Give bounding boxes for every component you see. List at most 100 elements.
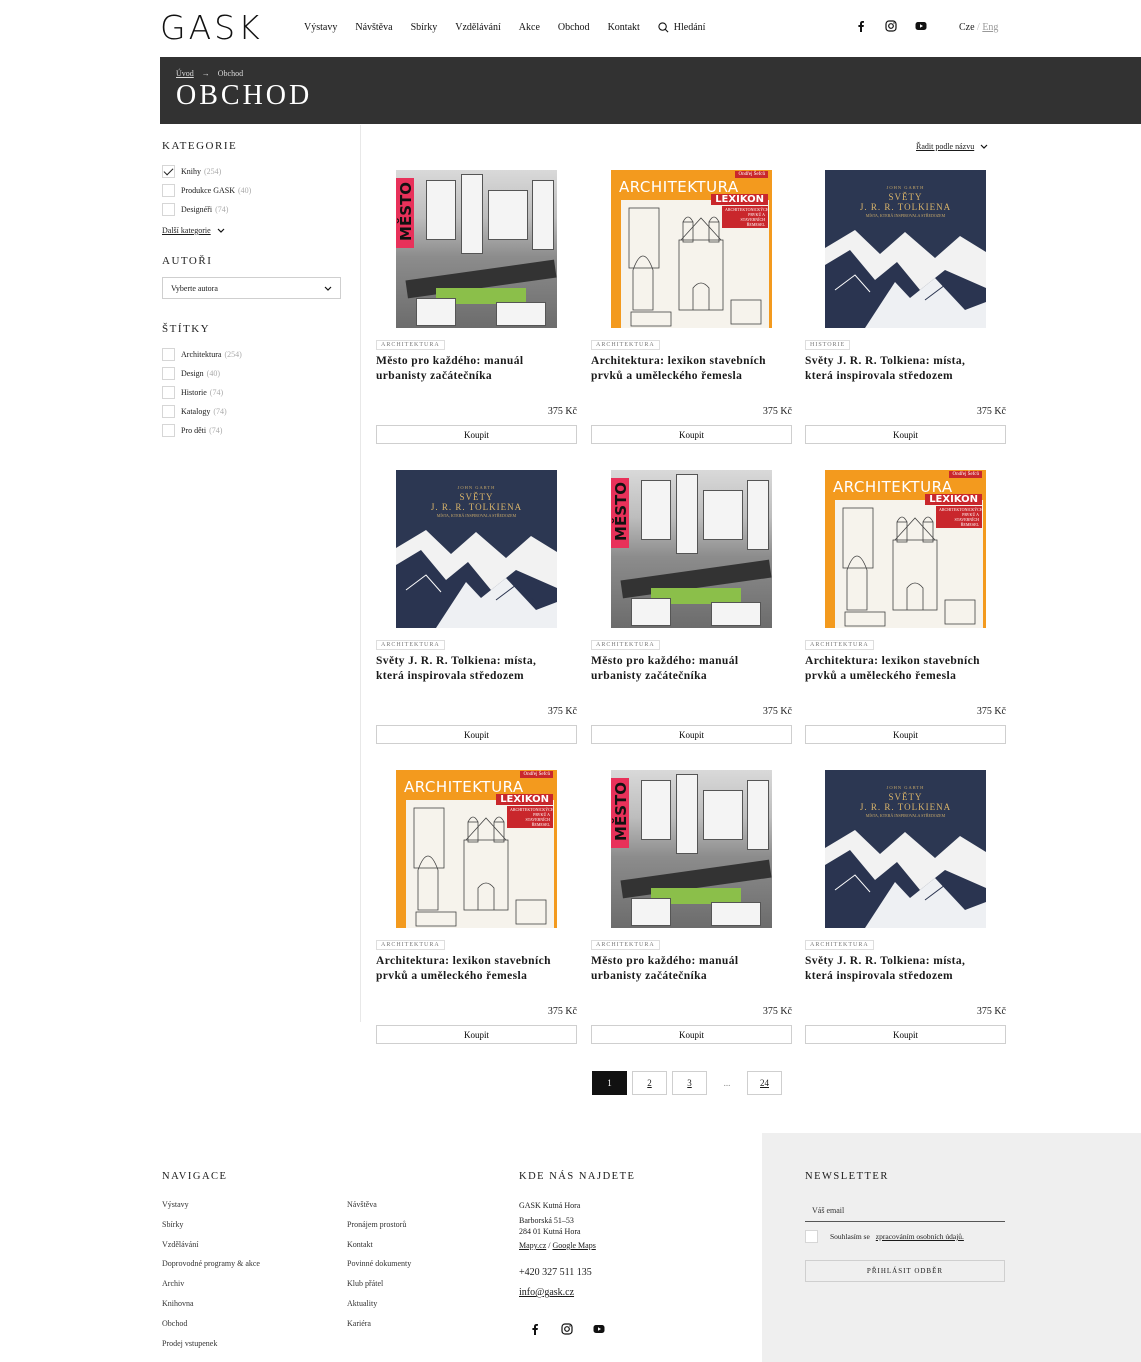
nav-vzdelavani[interactable]: Vzdělávání	[455, 22, 501, 33]
footer-nav-link[interactable]: Doprovodné programy & akce	[162, 1259, 260, 1268]
page-last-button[interactable]: 24	[747, 1071, 782, 1095]
footer-nav-link[interactable]: Sbírky	[162, 1220, 183, 1229]
product-tag[interactable]: ARCHITEKTURA	[591, 640, 660, 650]
youtube-icon[interactable]	[593, 1323, 605, 1335]
checkbox[interactable]	[162, 386, 175, 399]
facebook-icon[interactable]	[855, 20, 867, 32]
book-cover-architektura[interactable]: ARCHITEKTURA Ondřej Šefců LEXIKON ARCHIT…	[611, 170, 772, 328]
product-tag[interactable]: ARCHITEKTURA	[591, 340, 660, 350]
lang-eng[interactable]: Eng	[982, 22, 998, 33]
newsletter-email-input[interactable]: Váš email	[805, 1200, 1005, 1222]
buy-button[interactable]: Koupit	[591, 1025, 792, 1044]
product-title[interactable]: Město pro každého: manuál urbanisty začá…	[376, 354, 566, 384]
subscribe-button[interactable]: PŘIHLÁSIT ODBĚR	[805, 1260, 1005, 1282]
footer-nav-link[interactable]: Vzdělávání	[162, 1240, 198, 1249]
footer-nav-link[interactable]: Kariéra	[347, 1319, 371, 1328]
buy-button[interactable]: Koupit	[376, 1025, 577, 1044]
tag-historie[interactable]: Historie (74)	[162, 383, 342, 402]
product-card[interactable]: MĚSTO ARCHITEKTURA Město pro každého: man…	[376, 170, 577, 444]
book-cover-architektura[interactable]: ARCHITEKTURA Ondřej Šefců LEXIKON ARCHIT…	[396, 770, 557, 928]
product-title[interactable]: Architektura: lexikon stavebních prvků a…	[805, 654, 995, 684]
buy-button[interactable]: Koupit	[376, 425, 577, 444]
category-designeri[interactable]: Designéři (74)	[162, 200, 342, 219]
book-cover-mesto[interactable]: MĚSTO	[611, 470, 772, 628]
product-card[interactable]: MĚSTO ARCHITEKTURA Město pro každého: man…	[591, 770, 792, 1044]
product-title[interactable]: Světy J. R. R. Tolkiena: místa, která in…	[805, 354, 995, 384]
buy-button[interactable]: Koupit	[805, 425, 1006, 444]
phone-number[interactable]: +420 327 511 135	[519, 1267, 592, 1278]
book-cover-mesto[interactable]: MĚSTO	[396, 170, 557, 328]
footer-nav-link[interactable]: Prodej vstupenek	[162, 1339, 217, 1348]
nav-kontakt[interactable]: Kontakt	[608, 22, 640, 33]
buy-button[interactable]: Koupit	[591, 725, 792, 744]
nav-obchod[interactable]: Obchod	[558, 22, 590, 33]
footer-nav-link[interactable]: Povinné dokumenty	[347, 1259, 411, 1268]
search-link[interactable]: Hledání	[658, 22, 705, 33]
book-cover-tolkien[interactable]: JOHN GARTH SVĚTY J. R. R. TOLKIENA MÍSTA,…	[396, 470, 557, 628]
product-title[interactable]: Město pro každého: manuál urbanisty začá…	[591, 954, 781, 984]
footer-nav-link[interactable]: Pronájem prostorů	[347, 1220, 406, 1229]
footer-nav-link[interactable]: Výstavy	[162, 1200, 189, 1209]
product-card[interactable]: JOHN GARTH SVĚTY J. R. R. TOLKIENA MÍSTA,…	[376, 470, 577, 744]
page-2-button[interactable]: 2	[632, 1071, 667, 1095]
breadcrumb-home[interactable]: Úvod	[176, 69, 194, 78]
product-tag[interactable]: ARCHITEKTURA	[376, 640, 445, 650]
checkbox[interactable]	[162, 184, 175, 197]
category-knihy[interactable]: Knihy (254)	[162, 162, 342, 181]
tag-pro-deti[interactable]: Pro děti (74)	[162, 421, 342, 440]
product-title[interactable]: Architektura: lexikon stavebních prvků a…	[591, 354, 781, 384]
checkbox[interactable]	[162, 348, 175, 361]
checkbox[interactable]	[162, 405, 175, 418]
product-title[interactable]: Světy J. R. R. Tolkiena: místa, která in…	[376, 654, 566, 684]
nav-akce[interactable]: Akce	[519, 22, 540, 33]
mapy-cz-link[interactable]: Mapy.cz	[519, 1241, 546, 1250]
more-categories-link[interactable]: Další kategorie	[162, 226, 342, 235]
footer-nav-link[interactable]: Aktuality	[347, 1299, 377, 1308]
product-tag[interactable]: ARCHITEKTURA	[591, 940, 660, 950]
consent-checkbox[interactable]	[805, 1230, 818, 1243]
footer-nav-link[interactable]: Kontakt	[347, 1240, 373, 1249]
google-maps-link[interactable]: Google Maps	[552, 1241, 595, 1250]
consent-link[interactable]: zpracováním osobních údajů.	[876, 1232, 964, 1241]
instagram-icon[interactable]	[885, 20, 897, 32]
product-title[interactable]: Světy J. R. R. Tolkiena: místa, která in…	[805, 954, 995, 984]
youtube-icon[interactable]	[915, 20, 927, 32]
page-1-button[interactable]: 1	[592, 1071, 627, 1095]
product-title[interactable]: Město pro každého: manuál urbanisty začá…	[591, 654, 781, 684]
checkbox[interactable]	[162, 424, 175, 437]
checkbox-checked-icon[interactable]	[162, 165, 175, 178]
product-card[interactable]: ARCHITEKTURA Ondřej Šefců LEXIKON ARCHIT…	[805, 470, 1006, 744]
book-cover-tolkien[interactable]: JOHN GARTH SVĚTY J. R. R. TOLKIENA MÍSTA,…	[825, 770, 986, 928]
buy-button[interactable]: Koupit	[376, 725, 577, 744]
tag-architektura[interactable]: Architektura (254)	[162, 345, 342, 364]
product-tag[interactable]: ARCHITEKTURA	[376, 940, 445, 950]
product-card[interactable]: ARCHITEKTURA Ondřej Šefců LEXIKON ARCHIT…	[591, 170, 792, 444]
email-link[interactable]: info@gask.cz	[519, 1287, 574, 1298]
product-tag[interactable]: HISTORIE	[805, 340, 851, 350]
product-card[interactable]: JOHN GARTH SVĚTY J. R. R. TOLKIENA MÍSTA,…	[805, 170, 1006, 444]
nav-sbirky[interactable]: Sbírky	[411, 22, 438, 33]
sort-dropdown[interactable]: Řadit podle názvu	[916, 142, 988, 151]
tag-katalogy[interactable]: Katalogy (74)	[162, 402, 342, 421]
buy-button[interactable]: Koupit	[805, 1025, 1006, 1044]
book-cover-architektura[interactable]: ARCHITEKTURA Ondřej Šefců LEXIKON ARCHIT…	[825, 470, 986, 628]
nav-navsteva[interactable]: Návštěva	[355, 22, 392, 33]
footer-nav-link[interactable]: Obchod	[162, 1319, 187, 1328]
buy-button[interactable]: Koupit	[805, 725, 1006, 744]
product-tag[interactable]: ARCHITEKTURA	[805, 940, 874, 950]
product-card[interactable]: JOHN GARTH SVĚTY J. R. R. TOLKIENA MÍSTA,…	[805, 770, 1006, 1044]
page-3-button[interactable]: 3	[672, 1071, 707, 1095]
facebook-icon[interactable]	[529, 1323, 541, 1335]
lang-cze[interactable]: Cze	[959, 22, 975, 33]
checkbox[interactable]	[162, 367, 175, 380]
product-card[interactable]: ARCHITEKTURA Ondřej Šefců LEXIKON ARCHIT…	[376, 770, 577, 1044]
nav-vystavy[interactable]: Výstavy	[304, 22, 337, 33]
author-select[interactable]: Vyberte autora	[162, 277, 341, 299]
product-tag[interactable]: ARCHITEKTURA	[805, 640, 874, 650]
product-tag[interactable]: ARCHITEKTURA	[376, 340, 445, 350]
book-cover-mesto[interactable]: MĚSTO	[611, 770, 772, 928]
instagram-icon[interactable]	[561, 1323, 573, 1335]
consent-row[interactable]: Souhlasím se zpracováním osobních údajů.	[805, 1230, 964, 1243]
product-title[interactable]: Architektura: lexikon stavebních prvků a…	[376, 954, 566, 984]
footer-nav-link[interactable]: Archiv	[162, 1279, 184, 1288]
